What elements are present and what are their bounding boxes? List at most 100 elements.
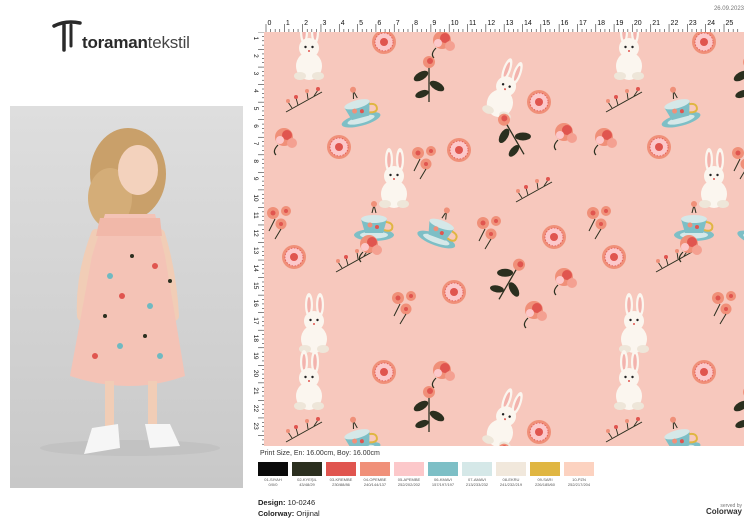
ruler-left-label: 11 xyxy=(254,212,259,219)
color-swatch: 07-AMAVI 213/233/232 xyxy=(462,462,492,487)
pattern-motifs xyxy=(266,32,744,446)
leafsprig-motif xyxy=(411,55,447,103)
daisy-motif xyxy=(601,244,627,270)
ruler-top-label: 5 xyxy=(359,20,363,27)
logo-mark-icon xyxy=(52,20,82,52)
color-swatch: 02-KYEŞIL 43/48/29 xyxy=(292,462,322,487)
colorway-row: Colorway: Orijinal xyxy=(258,508,320,519)
color-swatch: 01-SIYAH 0/0/0 xyxy=(258,462,288,487)
color-swatches: 01-SIYAH 0/0/0 02-KYEŞIL 43/48/29 03-KREMBE 2… xyxy=(258,462,598,492)
design-row: Design: 10-0246 xyxy=(258,497,320,508)
ruler-top-label: 22 xyxy=(671,20,679,27)
teacup-motif xyxy=(414,199,468,253)
ruler-top-label: 0 xyxy=(268,20,272,27)
swatch-caption: 07-AMAVI 213/233/232 xyxy=(462,477,492,487)
ruler-top: 0 1 2 3 4 5 6 7 8 9 10 11 12 13 14 15 16 17 18 19 20 21 22 23 24… xyxy=(264,18,750,32)
color-swatch: 09-SARI 226/185/60 xyxy=(530,462,560,487)
swatch-caption: 03-KREMBE 230/88/86 xyxy=(326,477,356,487)
color-swatch: 04-OPEMBE 240/144/137 xyxy=(360,462,390,487)
leafsprig-motif xyxy=(731,55,744,103)
swatch-chip xyxy=(258,462,288,476)
teacup-motif xyxy=(331,80,383,132)
bunny-motif xyxy=(614,32,644,80)
ruler-left-label: 19 xyxy=(254,352,259,360)
print-size-text: Print Size, En: 16.00cm, Boy: 16.00cm xyxy=(260,450,380,457)
color-swatch: 06-KMAVI 157/197/197 xyxy=(428,462,458,487)
bunny-motif xyxy=(699,148,729,208)
ruler-left-label: 4 xyxy=(254,89,259,93)
bunny-motif xyxy=(614,350,644,410)
rose-motif xyxy=(523,300,548,329)
ruler-left-label: 8 xyxy=(254,159,259,163)
daisy-motif xyxy=(691,32,717,55)
ruler-top-label: 4 xyxy=(341,20,345,27)
ruler-left-label: 7 xyxy=(254,142,259,146)
ruler-left: 1234567891011121314151617181920212223 xyxy=(252,31,264,446)
twig-motif xyxy=(515,176,553,203)
swatch-rgb: 241/232/219 xyxy=(499,482,523,487)
leafsprig-motif xyxy=(411,385,447,433)
daisy-motif xyxy=(526,89,552,115)
ruler-left-label: 23 xyxy=(254,422,259,430)
cluster-motif xyxy=(476,215,502,250)
ruler-top-label: 17 xyxy=(579,20,587,27)
rose-motif xyxy=(553,267,578,296)
bunny-motif xyxy=(481,54,530,122)
ruler-left-label: 21 xyxy=(254,387,259,395)
swatch-caption: 01-SIYAH 0/0/0 xyxy=(258,477,288,487)
cluster-motif xyxy=(266,205,292,240)
served-by-brand: Colorway xyxy=(705,507,742,516)
swatch-caption: 08-EKRU 241/232/219 xyxy=(496,477,526,487)
daisy-motif xyxy=(446,137,472,163)
swatch-rgb: 252/217/204 xyxy=(567,482,591,487)
ruler-top-ticks: 0 1 2 3 4 5 6 7 8 9 10 11 12 13 14 15 16 17 18 19 20 21 22 23 24… xyxy=(265,20,750,32)
color-swatch: 03-KREMBE 230/88/86 xyxy=(326,462,356,487)
cluster-motif xyxy=(711,290,737,325)
swatch-chip xyxy=(428,462,458,476)
twig-motif xyxy=(605,86,643,113)
ruler-left-label: 3 xyxy=(254,72,259,76)
ruler-top-label: 3 xyxy=(322,20,326,27)
swatch-rgb: 240/144/137 xyxy=(363,482,387,487)
ruler-left-label: 10 xyxy=(254,194,259,202)
swatch-chip xyxy=(462,462,492,476)
rose-motif xyxy=(431,360,456,389)
ruler-top-label: 1 xyxy=(286,20,290,27)
ruler-top-label: 10 xyxy=(451,20,459,27)
design-value: 10-0246 xyxy=(287,498,316,507)
ruler-top-label: 16 xyxy=(561,20,569,27)
ruler-top-label: 13 xyxy=(506,20,514,27)
ruler-left-label: 17 xyxy=(254,317,259,325)
cluster-motif xyxy=(586,205,612,240)
swatch-chip xyxy=(496,462,526,476)
bunny-motif xyxy=(294,32,324,80)
rose-motif xyxy=(553,122,578,151)
swatch-rgb: 157/197/197 xyxy=(431,482,455,487)
ruler-top-label: 9 xyxy=(432,20,436,27)
ruler-top-label: 2 xyxy=(304,20,308,27)
twig-motif xyxy=(285,86,323,113)
ruler-top-label: 11 xyxy=(469,20,476,27)
rose-motif xyxy=(431,32,456,59)
ruler-top-label: 6 xyxy=(377,20,381,27)
fabric-pattern xyxy=(264,32,744,446)
color-swatch: 05-APEMBE 252/202/202 xyxy=(394,462,424,487)
ruler-left-label: 20 xyxy=(254,370,259,378)
rose-motif xyxy=(593,127,618,156)
brand-name-bold: toraman xyxy=(82,33,148,52)
bunny-motif xyxy=(481,384,530,446)
teacup-motif xyxy=(331,410,383,446)
swatch-chip xyxy=(326,462,356,476)
colorway-value: Orijinal xyxy=(296,509,320,518)
swatch-rgb: 252/202/202 xyxy=(397,482,421,487)
ruler-left-ticks: 1234567891011121314151617181920212223 xyxy=(252,31,264,445)
swatch-rgb: 43/48/29 xyxy=(299,482,315,487)
swatch-chip xyxy=(530,462,560,476)
swatch-rgb: 230/88/86 xyxy=(332,482,350,487)
design-label: Design: xyxy=(258,498,286,507)
ruler-left-label: 1 xyxy=(254,37,259,41)
product-photo xyxy=(10,106,243,488)
daisy-motif xyxy=(371,359,397,385)
ruler-top-label: 19 xyxy=(616,20,624,27)
brand-name-light: tekstil xyxy=(147,33,190,52)
